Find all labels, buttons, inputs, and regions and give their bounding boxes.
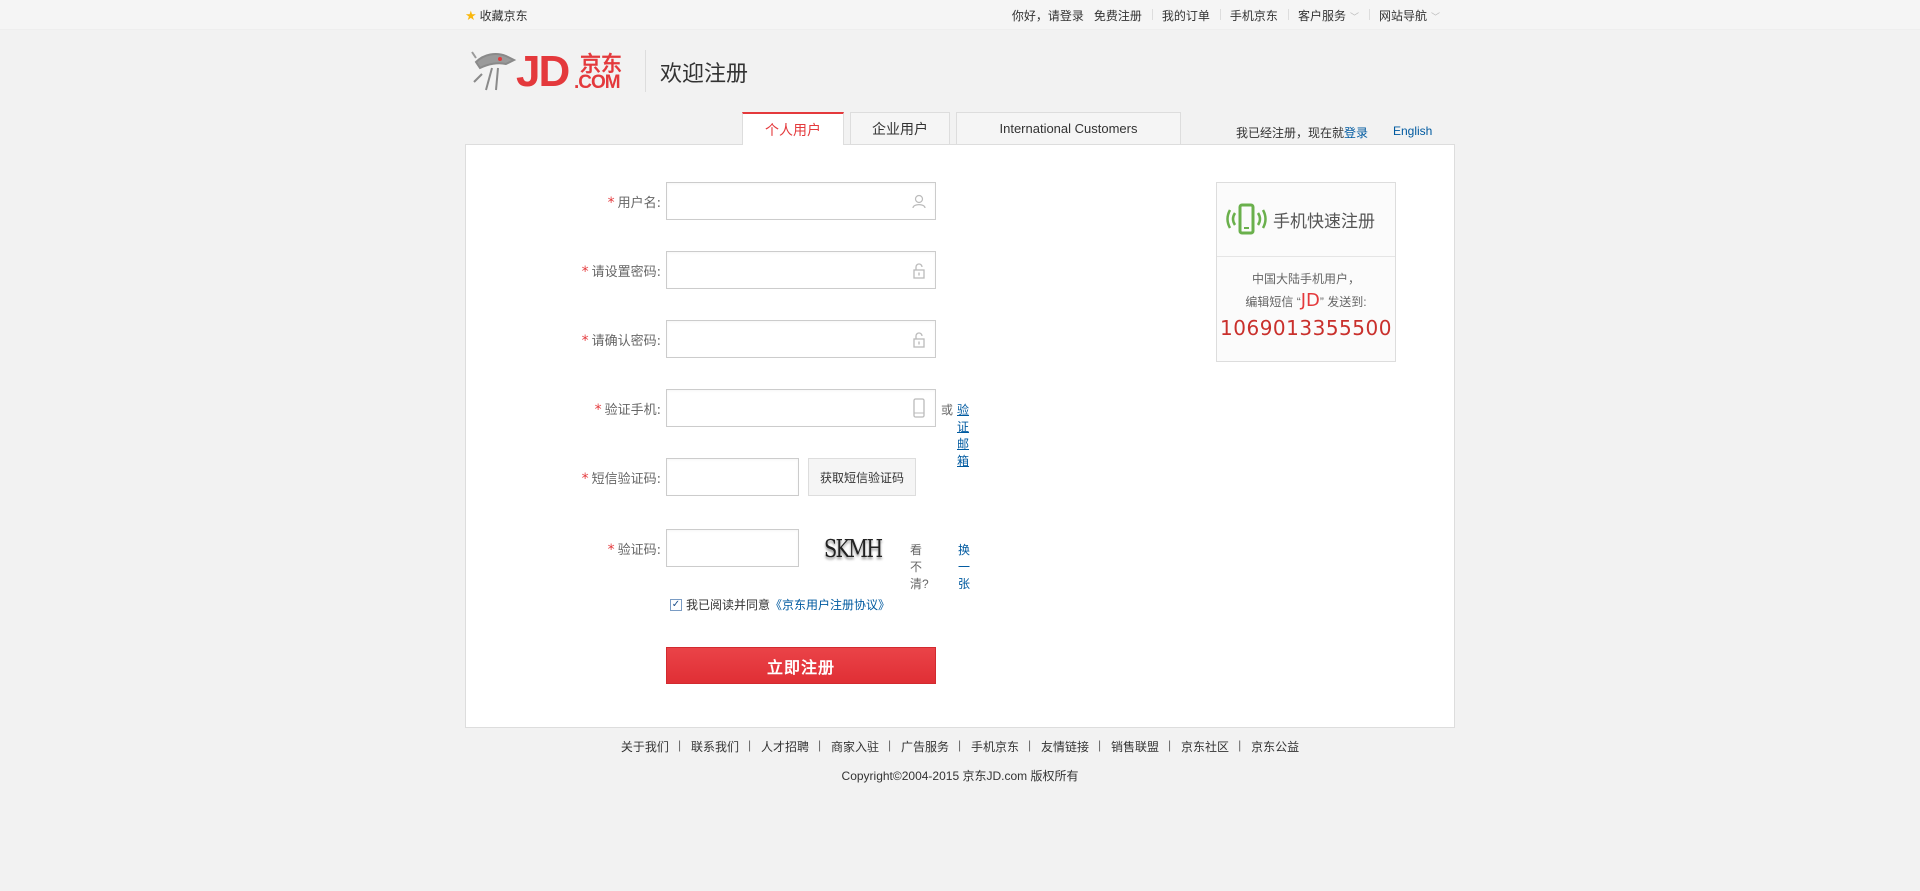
login-link[interactable]: 登录 [1344,126,1368,140]
nav-register-label: 免费注册 [1093,8,1142,23]
or-text: 或 [941,403,954,417]
password-input[interactable] [666,251,936,289]
registration-panel: * 用户名: * 请设置密码: * 请确认密码: * 验证手机: 或 验证邮箱 … [465,144,1455,728]
required-mark: * [594,401,602,418]
sms-code-label: * 短信验证码: [466,468,661,487]
user-type-tabs: 个人用户 企业用户 International Customers [742,112,1181,145]
password-label: * 请设置密码: [466,261,661,280]
mobile-quick-register-box: 手机快速注册 中国大陆手机用户， 编辑短信 “JD” 发送到: 10690133… [1216,182,1396,362]
required-mark: * [607,194,615,211]
mobile-line2: 编辑短信 “JD” 发送到: [1217,290,1395,311]
top-bar: ★ 收藏京东 你好，请登录 免费注册 我的订单 手机京东 客户服务 ﹀ 网站导航 ﹀ [0,0,1920,30]
password-label-text: 请设置密码: [591,264,661,280]
mobile-line2-suffix: ” 发送到: [1319,295,1367,309]
nav-mobile-jd-label: 手机京东 [1229,8,1278,23]
favorite-link[interactable]: ★ 收藏京东 [465,7,528,23]
footer-link[interactable]: 京东社区 [1168,738,1240,755]
captcha-text: SKMH [824,535,883,563]
nav-mobile-jd[interactable]: 手机京东 [1219,7,1288,24]
tab-international[interactable]: International Customers [956,112,1181,144]
captcha-image[interactable]: SKMH [824,529,883,567]
required-mark: * [581,332,589,349]
agreement-text: 我已阅读并同意 [686,598,771,612]
verify-email-link[interactable]: 验证邮箱 [957,401,969,469]
mobile-quick-register-header: 手机快速注册 [1217,183,1395,257]
login-greeting-link[interactable]: 你好，请登录 [1002,7,1088,24]
cant-see-text: 看不清? [910,543,929,591]
footer-link[interactable]: 商家入驻 [818,738,890,755]
confirm-password-label-text: 请确认密码: [591,333,661,349]
logo-jd-text: JD [516,47,570,96]
footer-link[interactable]: 人才招聘 [748,738,820,755]
nav-my-orders[interactable]: 我的订单 [1151,7,1220,24]
sms-code-input[interactable] [666,458,799,496]
mobile-phone-icon [910,398,928,418]
mobile-quick-register-title: 手机快速注册 [1273,212,1375,232]
confirm-password-label: * 请确认密码: [466,330,661,349]
favorite-label: 收藏京东 [479,8,528,23]
sms-code-label-text: 短信验证码: [591,471,661,487]
chevron-down-icon: ﹀ [1349,11,1359,22]
agreement-row: ✓ 我已阅读并同意 《京东用户注册协议》 [670,596,890,613]
footer-link[interactable]: 广告服务 [888,738,960,755]
required-mark: * [607,541,615,558]
nav-my-orders-label: 我的订单 [1161,8,1210,23]
footer-link[interactable]: 友情链接 [1028,738,1100,755]
captcha-input[interactable] [666,529,799,567]
footer-link[interactable]: 京东公益 [1238,738,1310,755]
footer-link[interactable]: 销售联盟 [1098,738,1170,755]
footer-link[interactable]: 关于我们 [610,738,680,755]
nav-site-map[interactable]: 网站导航 ﹀ [1368,7,1450,24]
nav-register[interactable]: 免费注册 [1088,7,1152,24]
jd-logo[interactable]: JD 京东 .COM [470,46,635,98]
mobile-line2-prefix: 编辑短信 “ [1245,295,1301,309]
footer-link[interactable]: 联系我们 [678,738,750,755]
refresh-captcha-link[interactable]: 换一张 [958,541,970,592]
nav-customer-service-label: 客户服务 [1297,8,1346,23]
register-button[interactable]: 立即注册 [666,647,936,684]
agreement-link[interactable]: 《京东用户注册协议》 [770,596,890,613]
page-title: 欢迎注册 [660,62,749,87]
user-icon [910,192,928,210]
header-divider [645,50,646,92]
tab-enterprise[interactable]: 企业用户 [850,112,950,144]
phone-input[interactable] [666,389,936,427]
agreement-checkbox[interactable]: ✓ [670,598,682,611]
get-sms-code-button[interactable]: 获取短信验证码 [808,458,916,496]
sms-number: 1069013355500 [1220,316,1392,340]
star-icon: ★ [465,7,477,23]
username-label: * 用户名: [466,192,661,211]
nav-site-map-label: 网站导航 [1378,8,1427,23]
phone-label: * 验证手机: [466,399,661,418]
mobile-line1: 中国大陆手机用户， [1251,272,1360,286]
chevron-down-icon: ﹀ [1430,11,1440,22]
username-input[interactable] [666,182,936,220]
footer-link[interactable]: 手机京东 [958,738,1030,755]
copyright: Copyright©2004-2015 京东JD.com 版权所有 [841,769,1079,783]
required-mark: * [581,263,589,280]
logo-com-text: .COM [574,72,621,93]
captcha-label: * 验证码: [466,539,661,558]
phone-label-text: 验证手机: [604,402,661,418]
tab-personal[interactable]: 个人用户 [742,112,844,145]
lock-icon [910,261,928,279]
confirm-password-input[interactable] [666,320,936,358]
username-label-text: 用户名: [617,195,661,211]
lock-icon [910,330,928,348]
nav-customer-service[interactable]: 客户服务 ﹀ [1287,7,1369,24]
login-hint-text: 我已经注册，现在就 [1236,126,1345,140]
mobile-signal-icon [1226,203,1267,234]
captcha-label-text: 验证码: [617,542,661,558]
required-mark: * [581,470,589,487]
login-hint: 我已经注册，现在就登录 [1236,124,1368,141]
mobile-keyword: JD [1300,290,1320,311]
footer-links: 关于我们 联系我们 人才招聘 商家入驻 广告服务 手机京东 友情链接 销售联盟 … [0,738,1920,755]
top-nav: 你好，请登录 免费注册 我的订单 手机京东 客户服务 ﹀ 网站导航 ﹀ [1002,0,1450,30]
english-link[interactable]: English [1393,124,1432,138]
